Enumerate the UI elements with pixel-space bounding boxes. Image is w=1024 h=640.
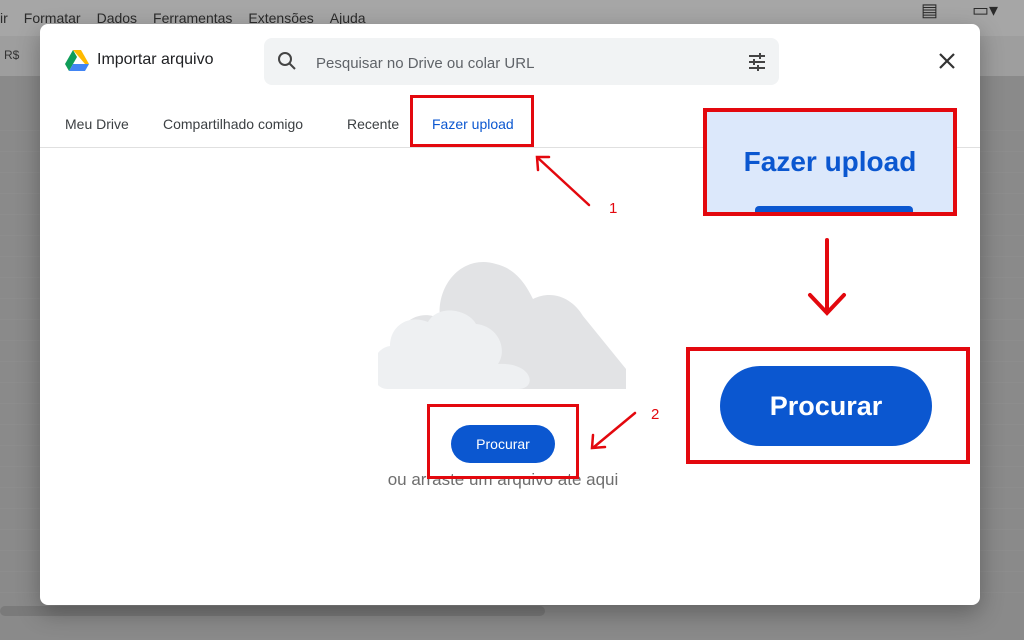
menu-item-ir: ir [0,10,8,26]
background-scrollbar [0,606,545,616]
currency-format: R$ [4,48,20,62]
step-2-number: 2 [651,406,660,423]
video-call-icon: ▭▾ [971,0,998,20]
comment-icon: ▤ [920,0,938,20]
dialog-title: Importar arquivo [97,51,214,68]
drive-search-box[interactable] [264,38,779,85]
background-top-icons: ▤ ▭▾ [921,0,998,21]
tab-meu-drive[interactable]: Meu Drive [65,100,129,147]
highlight-upload-tab [410,95,534,147]
zoomed-tab-indicator [755,206,913,212]
cloud-illustration [378,262,626,389]
search-input[interactable] [314,49,718,77]
step-1-number: 1 [609,200,618,217]
zoomed-upload-tab: Fazer upload [703,108,957,216]
tab-compartilhado-comigo[interactable]: Compartilhado comigo [163,100,303,147]
search-icon[interactable] [277,51,297,71]
search-options-icon[interactable] [747,52,767,72]
google-drive-icon [65,50,89,71]
dialog-header: Importar arquivo [40,24,980,100]
tab-recente[interactable]: Recente [347,100,399,147]
zoomed-browse-button: Procurar [720,366,932,446]
close-icon[interactable] [938,52,956,70]
highlight-browse-button [427,404,579,479]
zoomed-upload-tab-label: Fazer upload [743,146,917,177]
